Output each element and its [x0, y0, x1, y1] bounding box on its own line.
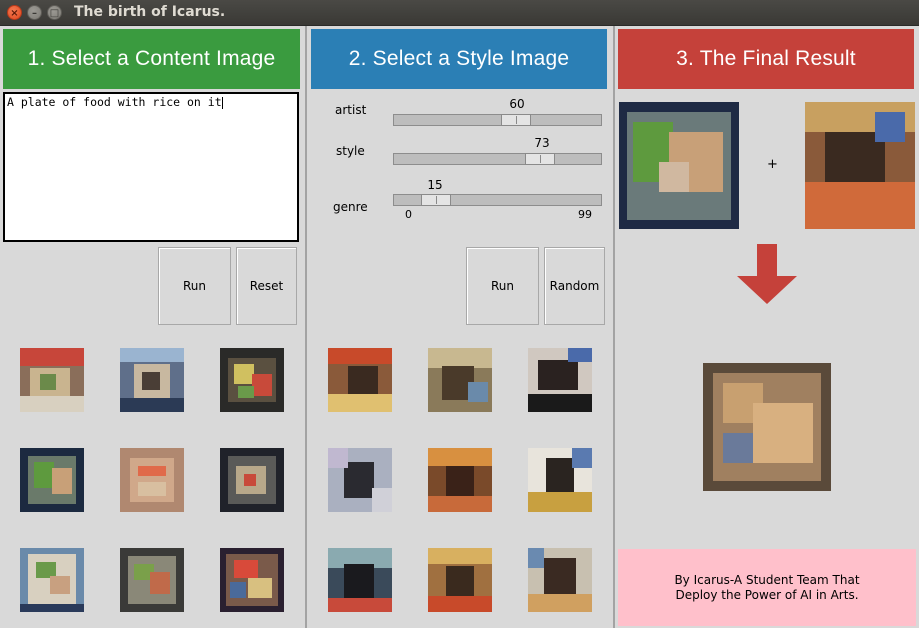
content-header: 1. Select a Content Image	[3, 29, 300, 89]
text-caret	[221, 96, 223, 109]
content-reset-button[interactable]: Reset	[236, 247, 297, 325]
down-arrow-icon	[737, 244, 797, 304]
style-slider[interactable]	[393, 153, 602, 165]
style-random-button[interactable]: Random	[544, 247, 605, 325]
style-thumbnail-3[interactable]	[528, 348, 592, 412]
genre-slider-min: 0	[405, 208, 412, 221]
window-title: The birth of Icarus.	[74, 4, 226, 20]
result-panel: 3. The Final Result + By Icarus-A Studen…	[615, 26, 919, 628]
style-panel: 2. Select a Style Image artist 60 style …	[307, 26, 613, 628]
genre-slider-handle[interactable]	[421, 194, 451, 206]
style-slider-handle[interactable]	[525, 153, 555, 165]
content-thumbnail-4[interactable]	[20, 448, 84, 512]
credits-line-2: Deploy the Power of AI in Arts.	[675, 587, 859, 602]
credits-footer: By Icarus-A Student Team That Deploy the…	[618, 549, 916, 626]
style-slider-value: 73	[534, 136, 550, 150]
style-thumbnail-6[interactable]	[528, 448, 592, 512]
maximize-icon[interactable]: □	[47, 5, 62, 20]
genre-slider[interactable]	[393, 194, 602, 206]
content-thumbnail-2[interactable]	[120, 348, 184, 412]
style-thumbnail-1[interactable]	[328, 348, 392, 412]
style-thumbnail-5[interactable]	[428, 448, 492, 512]
style-header: 2. Select a Style Image	[311, 29, 607, 89]
caption-text-input[interactable]: A plate of food with rice on it	[3, 92, 299, 242]
content-thumbnail-8[interactable]	[120, 548, 184, 612]
genre-slider-max: 99	[578, 208, 592, 221]
artist-slider-label: artist	[335, 103, 367, 117]
artist-slider[interactable]	[393, 114, 602, 126]
content-thumbnail-1[interactable]	[20, 348, 84, 412]
content-panel: 1. Select a Content Image A plate of foo…	[0, 26, 305, 628]
style-thumbnail-9[interactable]	[528, 548, 592, 612]
style-thumbnail-8[interactable]	[428, 548, 492, 612]
style-thumbnail-4[interactable]	[328, 448, 392, 512]
genre-slider-label: genre	[333, 200, 368, 214]
selected-style-image	[805, 102, 915, 229]
content-thumbnail-7[interactable]	[20, 548, 84, 612]
content-run-button[interactable]: Run	[158, 247, 231, 325]
selected-content-image	[619, 102, 739, 229]
style-slider-label: style	[336, 144, 365, 158]
window-titlebar: × – □ The birth of Icarus.	[0, 0, 919, 26]
final-result-image	[703, 363, 831, 491]
genre-slider-value: 15	[427, 178, 443, 192]
close-icon[interactable]: ×	[7, 5, 22, 20]
caption-text: A plate of food with rice on it	[7, 95, 222, 109]
style-thumbnail-2[interactable]	[428, 348, 492, 412]
plus-sign: +	[767, 157, 778, 172]
content-thumbnail-6[interactable]	[220, 448, 284, 512]
artist-slider-value: 60	[509, 97, 525, 111]
result-header: 3. The Final Result	[618, 29, 914, 89]
style-run-button[interactable]: Run	[466, 247, 539, 325]
artist-slider-handle[interactable]	[501, 114, 531, 126]
content-thumbnail-9[interactable]	[220, 548, 284, 612]
style-thumbnail-7[interactable]	[328, 548, 392, 612]
content-thumbnail-5[interactable]	[120, 448, 184, 512]
content-thumbnail-3[interactable]	[220, 348, 284, 412]
minimize-icon[interactable]: –	[27, 5, 42, 20]
credits-line-1: By Icarus-A Student Team That	[674, 572, 860, 587]
